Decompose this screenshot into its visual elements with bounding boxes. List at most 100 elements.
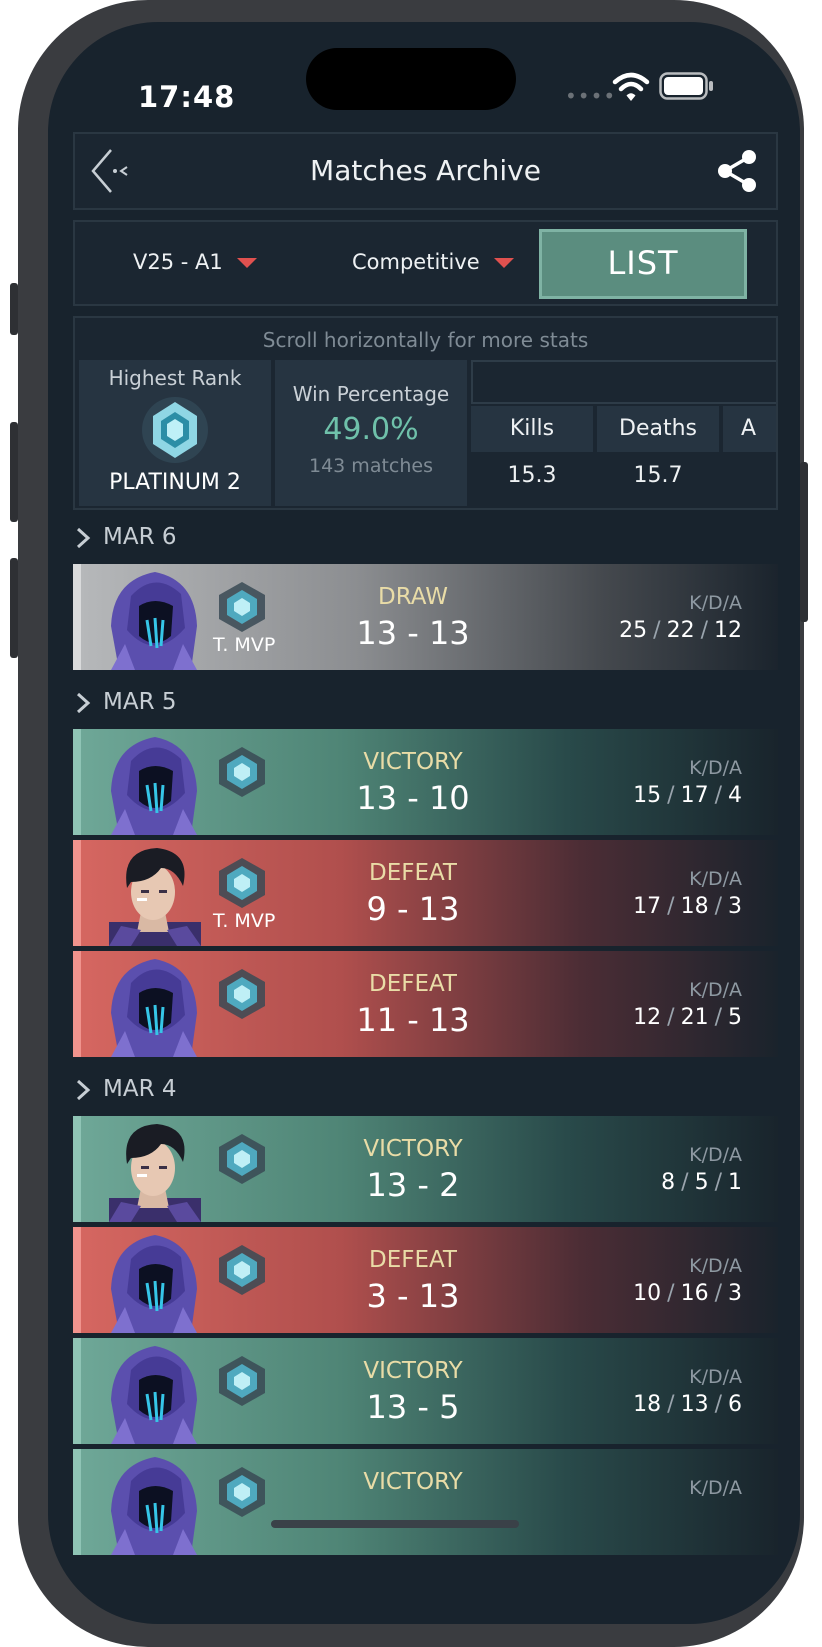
match-score: 3 - 13 (366, 1277, 460, 1315)
rank-icon (142, 397, 208, 463)
page-title: Matches Archive (310, 154, 541, 187)
chevron-right-icon (76, 1079, 91, 1101)
stats-panel[interactable]: Scroll horizontally for more stats Highe… (73, 316, 778, 510)
power-button (800, 462, 808, 622)
kills-value: 15.3 (507, 463, 557, 488)
deaths-value: 15.7 (633, 463, 683, 488)
kills: 8 (661, 1170, 676, 1195)
kills: 12 (633, 1005, 662, 1030)
kda-label: K/D/A (689, 1366, 742, 1388)
list-view-button[interactable]: LIST (539, 229, 747, 299)
volume-down-button (10, 558, 18, 658)
battery-icon (659, 72, 713, 100)
match-row[interactable]: VICTORY 13 - 5 K/D/A 18/13/6 (73, 1338, 778, 1444)
agent-portrait (111, 737, 197, 835)
season-value: V25 - A1 (133, 250, 223, 274)
kda-value: 10/16/3 (633, 1281, 742, 1306)
win-percentage-label: Win Percentage (292, 382, 450, 406)
status-bar: 17:48 •••• (48, 22, 800, 132)
queue-value: Competitive (352, 250, 480, 274)
match-row[interactable]: VICTORY 13 - 10 K/D/A 15/17/4 (73, 729, 778, 835)
phone-frame: 17:48 •••• Matches Archive V25 - A1 Comp… (10, 0, 808, 1647)
match-row[interactable]: T. MVP DEFEAT 9 - 13 K/D/A 17/18/3 (73, 840, 778, 946)
mvp-badge: T. MVP (213, 634, 276, 656)
share-icon[interactable] (714, 148, 760, 194)
match-result: VICTORY (363, 1358, 463, 1384)
kda-label: K/D/A (689, 979, 742, 1001)
win-percentage-card: Win Percentage 49.0% 143 matches (275, 360, 467, 506)
signal-dots: •••• (565, 84, 617, 108)
match-score: 13 - 10 (356, 779, 470, 817)
highest-rank-value: PLATINUM 2 (109, 470, 241, 495)
kda-value: 12/21/5 (633, 1005, 742, 1030)
match-score: 11 - 13 (356, 1001, 470, 1039)
filter-bar: V25 - A1 Competitive LIST (73, 220, 778, 306)
agent-portrait (111, 572, 197, 670)
top-bar: Matches Archive (73, 132, 778, 210)
date-label: MAR 6 (103, 524, 177, 550)
caret-down-icon (236, 258, 257, 268)
silent-switch (10, 283, 18, 335)
kills: 18 (633, 1392, 662, 1417)
result-edge (73, 951, 81, 1057)
rank-icon (219, 747, 265, 797)
match-score: 13 - 5 (366, 1388, 460, 1426)
kda-label: K/D/A (689, 592, 742, 614)
wifi-icon (612, 72, 650, 101)
kills: 15 (633, 783, 662, 808)
kda-value: 18/13/6 (633, 1392, 742, 1417)
assists-column-header: A (723, 406, 776, 452)
match-row[interactable]: VICTORY K/D/A (73, 1449, 778, 1555)
agent-portrait (111, 1346, 197, 1444)
kda-label: K/D/A (689, 1255, 742, 1277)
match-result: VICTORY (363, 1469, 463, 1495)
highest-rank-card: Highest Rank PLATINUM 2 (79, 360, 271, 506)
screen-area: 17:48 •••• Matches Archive V25 - A1 Comp… (48, 22, 800, 1624)
kda-value: 15/17/4 (633, 783, 742, 808)
match-result: DEFEAT (368, 1247, 457, 1273)
rank-icon (219, 1245, 265, 1295)
date-group-header[interactable]: MAR 4 (73, 1062, 778, 1116)
kda-value: 17/18/3 (633, 894, 742, 919)
match-row[interactable]: VICTORY 13 - 2 K/D/A 8/5/1 (73, 1116, 778, 1222)
kills: 25 (619, 618, 648, 643)
rank-icon (219, 1467, 265, 1517)
match-result: DEFEAT (368, 860, 457, 886)
result-edge (73, 1116, 81, 1222)
assists: 12 (714, 618, 742, 643)
mvp-badge: T. MVP (213, 910, 276, 932)
chevron-right-icon (76, 527, 91, 549)
match-row[interactable]: DEFEAT 11 - 13 K/D/A 12/21/5 (73, 951, 778, 1057)
rank-icon (219, 969, 265, 1019)
matches-count: 143 matches (309, 455, 433, 477)
deaths: 16 (680, 1281, 709, 1306)
queue-dropdown[interactable]: Competitive (352, 250, 514, 274)
date-group-header[interactable]: MAR 6 (73, 510, 778, 564)
match-row[interactable]: DEFEAT 3 - 13 K/D/A 10/16/3 (73, 1227, 778, 1333)
agent-portrait (109, 1124, 201, 1222)
deaths: 5 (694, 1170, 709, 1195)
date-label: MAR 5 (103, 689, 177, 715)
rank-icon (219, 858, 265, 908)
deaths: 21 (680, 1005, 709, 1030)
result-edge (73, 1227, 81, 1333)
agent-portrait (111, 1235, 197, 1333)
kda-value: 25/22/12 (619, 618, 742, 643)
result-edge (73, 1449, 81, 1555)
match-result: DRAW (378, 584, 448, 610)
assists: 4 (728, 783, 742, 808)
home-indicator (271, 1520, 519, 1528)
date-group-header[interactable]: MAR 5 (73, 675, 778, 729)
volume-up-button (10, 422, 18, 522)
match-score: 9 - 13 (366, 890, 460, 928)
kda-label: K/D/A (689, 1477, 742, 1499)
rank-icon (219, 582, 265, 632)
result-edge (73, 840, 81, 946)
agent-portrait (109, 848, 201, 946)
result-edge (73, 1338, 81, 1444)
season-dropdown[interactable]: V25 - A1 (133, 250, 257, 274)
agent-portrait (111, 959, 197, 1057)
match-row[interactable]: T. MVP DRAW 13 - 13 K/D/A 25/22/12 (73, 564, 778, 670)
kda-label: K/D/A (689, 868, 742, 890)
match-result: DEFEAT (368, 971, 457, 997)
